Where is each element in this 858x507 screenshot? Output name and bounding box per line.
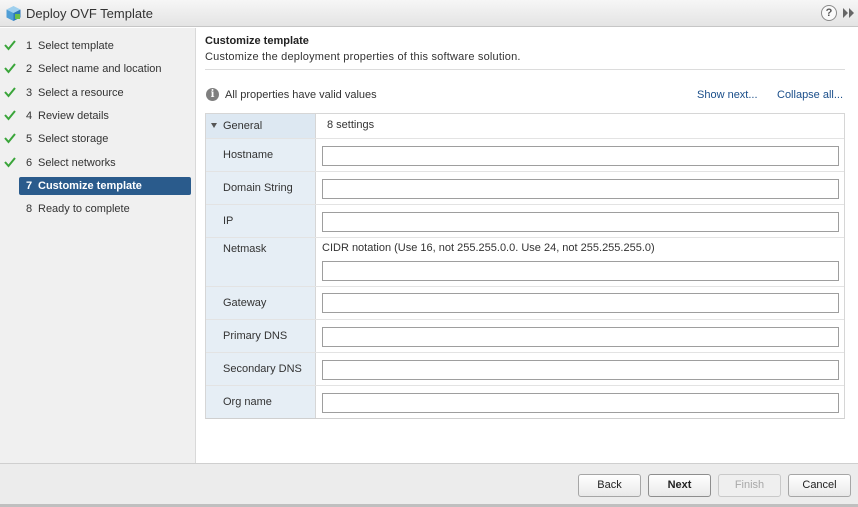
property-row-domain-string: Domain String (206, 171, 844, 204)
collapse-all-link[interactable]: Collapse all... (777, 89, 843, 101)
org-name-input[interactable] (322, 393, 839, 413)
property-row-gateway: Gateway (206, 286, 844, 319)
wizard-steps-sidebar: 1 Select template 2 Select name and loca… (0, 28, 196, 463)
validation-status: All properties have valid values (225, 89, 377, 101)
step-label: Review details (38, 110, 109, 122)
show-next-link[interactable]: Show next... (697, 89, 758, 101)
step-label: Select storage (38, 133, 109, 145)
step-select-template[interactable]: 1 Select template (4, 37, 191, 55)
step-number: 5 (26, 133, 33, 145)
step-select-resource[interactable]: 3 Select a resource (4, 84, 191, 102)
double-chevron-right-icon[interactable] (842, 6, 856, 20)
page-subtitle: Customize the deployment properties of t… (205, 51, 521, 63)
step-label: Select template (38, 40, 114, 52)
step-label: Customize template (38, 180, 142, 192)
step-select-storage[interactable]: 5 Select storage (4, 130, 191, 148)
page-title: Customize template (205, 35, 309, 47)
cancel-button[interactable]: Cancel (788, 474, 851, 497)
step-number: 6 (26, 157, 33, 169)
step-label: Select networks (38, 157, 116, 169)
window-title: Deploy OVF Template (26, 6, 153, 21)
step-number: 3 (26, 87, 33, 99)
step-number: 4 (26, 110, 33, 122)
ip-input[interactable] (322, 212, 839, 232)
step-label: Ready to complete (38, 203, 130, 215)
property-label: Hostname (223, 149, 274, 161)
property-label: Org name (223, 396, 272, 408)
back-button[interactable]: Back (578, 474, 641, 497)
checkmark-icon (4, 133, 16, 144)
step-customize-template[interactable]: 7 Customize template (19, 177, 191, 195)
property-row-netmask: Netmask CIDR notation (Use 16, not 255.2… (206, 237, 844, 286)
step-number: 8 (26, 203, 33, 215)
property-row-ip: IP (206, 204, 844, 237)
checkmark-icon (4, 157, 16, 168)
property-row-primary-dns: Primary DNS (206, 319, 844, 352)
primary-dns-input[interactable] (322, 327, 839, 347)
property-label: Domain String (223, 182, 293, 194)
property-row-hostname: Hostname (206, 138, 844, 171)
property-label: Secondary DNS (223, 363, 302, 375)
divider (205, 69, 845, 70)
netmask-input[interactable] (322, 261, 839, 281)
properties-grid: General 8 settings Hostname Domain Strin… (205, 113, 845, 419)
property-row-org-name: Org name (206, 385, 844, 418)
step-review-details[interactable]: 4 Review details (4, 107, 191, 125)
step-select-networks[interactable]: 6 Select networks (4, 154, 191, 172)
step-number: 2 (26, 63, 33, 75)
group-row-general[interactable]: General 8 settings (206, 114, 844, 138)
group-settings-count: 8 settings (327, 119, 375, 131)
domain-string-input[interactable] (322, 179, 839, 199)
checkmark-icon (4, 63, 16, 74)
netmask-hint: CIDR notation (Use 16, not 255.255.0.0. … (322, 242, 655, 254)
property-label: Primary DNS (223, 330, 288, 342)
property-label: Netmask (223, 243, 267, 255)
step-label: Select name and location (38, 63, 162, 75)
property-label: Gateway (223, 297, 267, 309)
checkmark-icon (4, 110, 16, 121)
window-titlebar: Deploy OVF Template ? (0, 0, 858, 27)
finish-button[interactable]: Finish (718, 474, 781, 497)
checkmark-icon (4, 87, 16, 98)
wizard-footer: Back Next Finish Cancel (0, 463, 858, 507)
group-label: General (223, 120, 263, 132)
step-label: Select a resource (38, 87, 124, 99)
step-number: 7 (26, 180, 33, 192)
hostname-input[interactable] (322, 146, 839, 166)
help-icon[interactable]: ? (821, 5, 837, 21)
property-row-secondary-dns: Secondary DNS (206, 352, 844, 385)
caret-down-icon[interactable] (211, 123, 217, 128)
property-label: IP (223, 215, 234, 227)
step-number: 1 (26, 40, 33, 52)
info-icon: i (206, 88, 219, 101)
step-select-name-location[interactable]: 2 Select name and location (4, 60, 191, 78)
gateway-input[interactable] (322, 293, 839, 313)
ovf-package-icon (6, 6, 21, 21)
next-button[interactable]: Next (648, 474, 711, 497)
step-ready-to-complete[interactable]: 8 Ready to complete (19, 200, 191, 218)
checkmark-icon (4, 40, 16, 51)
secondary-dns-input[interactable] (322, 360, 839, 380)
